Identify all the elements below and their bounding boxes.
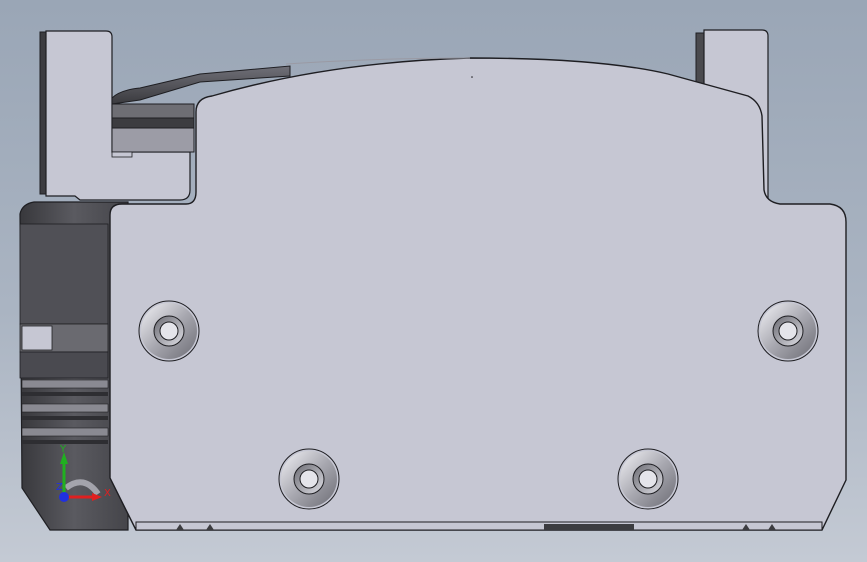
hole-bottom-left bbox=[278, 448, 340, 510]
z-axis-dot bbox=[59, 492, 69, 502]
hole-top-left bbox=[138, 300, 200, 362]
y-axis-label: Y bbox=[59, 444, 67, 455]
part-model[interactable]: Y X Z bbox=[0, 0, 867, 562]
z-axis-label: Z bbox=[56, 482, 63, 493]
cad-viewport[interactable]: Y X Z bbox=[0, 0, 867, 562]
bottom-rail bbox=[135, 521, 823, 531]
hole-bottom-right bbox=[617, 448, 679, 510]
x-axis-label: X bbox=[104, 488, 111, 499]
main-face bbox=[109, 57, 847, 531]
hole-top-right bbox=[757, 300, 819, 362]
